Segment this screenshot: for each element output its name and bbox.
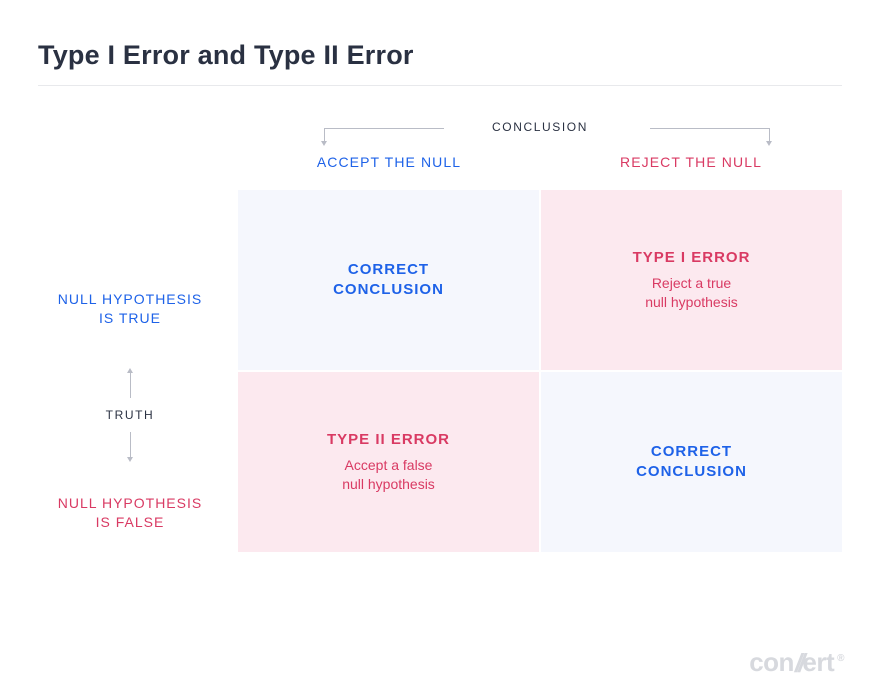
cell-title: TYPE I ERROR	[633, 248, 751, 268]
cell-true-accept: CORRECTCONCLUSION	[238, 190, 539, 370]
arrow-up-icon	[130, 372, 131, 398]
axis-truth: NULL HYPOTHESISIS TRUE TRUTH NULL HYPOTH…	[38, 228, 238, 588]
diagram: CONCLUSION ACCEPT THE NULL REJECT THE NU…	[38, 120, 842, 552]
cell-false-reject: CORRECTCONCLUSION	[541, 372, 842, 552]
brand-logo: con//ert®	[749, 647, 844, 678]
cell-false-accept: TYPE II ERROR Accept a falsenull hypothe…	[238, 372, 539, 552]
cell-subtitle: Accept a falsenull hypothesis	[342, 456, 435, 494]
arrow-down-icon	[769, 128, 770, 142]
cell-title: TYPE II ERROR	[327, 430, 450, 450]
col-header-reject: REJECT THE NULL	[540, 154, 842, 170]
arrow-down-icon	[324, 128, 325, 142]
cell-title: CORRECTCONCLUSION	[333, 260, 444, 301]
row-label-false: NULL HYPOTHESISIS FALSE	[38, 494, 222, 532]
axis-label-conclusion: CONCLUSION	[492, 120, 588, 134]
cell-title: CORRECTCONCLUSION	[636, 442, 747, 483]
col-header-accept: ACCEPT THE NULL	[238, 154, 540, 170]
page-title: Type I Error and Type II Error	[38, 40, 842, 86]
arrow-right-icon	[650, 128, 770, 129]
arrow-down-icon	[130, 432, 131, 458]
cell-subtitle: Reject a truenull hypothesis	[645, 274, 738, 312]
arrow-left-icon	[324, 128, 444, 129]
matrix: CORRECTCONCLUSION TYPE I ERROR Reject a …	[238, 190, 842, 552]
axis-label-truth: TRUTH	[106, 408, 155, 422]
cell-true-reject: TYPE I ERROR Reject a truenull hypothesi…	[541, 190, 842, 370]
row-label-true: NULL HYPOTHESISIS TRUE	[38, 290, 222, 328]
axis-conclusion: CONCLUSION ACCEPT THE NULL REJECT THE NU…	[238, 120, 842, 190]
